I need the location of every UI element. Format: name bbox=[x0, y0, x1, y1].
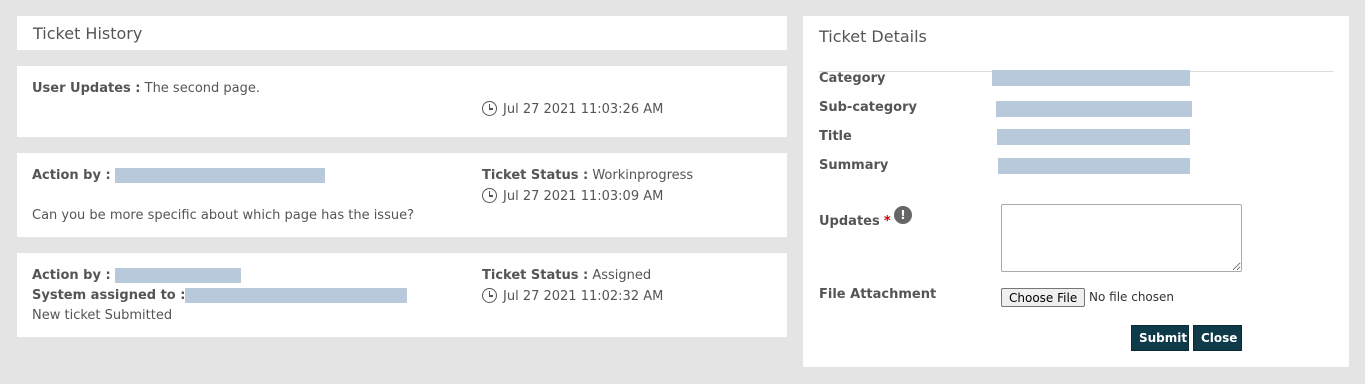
redacted-assignee bbox=[185, 288, 408, 303]
submit-button[interactable]: Submit bbox=[1131, 325, 1189, 351]
summary-label: Summary bbox=[819, 158, 889, 173]
choose-file-button[interactable]: Choose File bbox=[1001, 288, 1086, 307]
ticket-history-title: Ticket History bbox=[33, 24, 143, 43]
ticket-details-title: Ticket Details bbox=[819, 27, 927, 46]
entry-timestamp: Jul 27 2021 11:03:26 AM bbox=[503, 102, 664, 117]
subcategory-label: Sub-category bbox=[819, 100, 917, 115]
clock-icon bbox=[482, 101, 497, 116]
updates-label: Updates bbox=[819, 214, 880, 229]
user-updates-text: The second page. bbox=[144, 81, 261, 96]
ticket-status-label: Ticket Status : bbox=[482, 268, 589, 283]
redacted-category bbox=[992, 70, 1190, 86]
ticket-history-header: Ticket History bbox=[17, 16, 787, 50]
close-button[interactable]: Close bbox=[1193, 325, 1242, 351]
action-by-label: Action by : bbox=[32, 168, 111, 183]
ticket-details-panel: Ticket Details Category Sub-category Tit… bbox=[803, 16, 1349, 367]
title-label: Title bbox=[819, 129, 852, 144]
system-assigned-label: System assigned to : bbox=[32, 288, 186, 303]
history-entry: Action by : Ticket Status : Workinprogre… bbox=[17, 153, 787, 237]
required-marker: * bbox=[883, 214, 891, 229]
ticket-status-value: Assigned bbox=[592, 268, 652, 283]
entry-timestamp: Jul 27 2021 11:03:09 AM bbox=[503, 189, 664, 204]
clock-icon bbox=[482, 288, 497, 303]
file-attachment-label: File Attachment bbox=[819, 287, 937, 302]
redacted-user bbox=[114, 268, 241, 283]
no-file-text: No file chosen bbox=[1089, 290, 1175, 304]
entry-timestamp: Jul 27 2021 11:02:32 AM bbox=[503, 289, 664, 304]
clock-icon bbox=[482, 188, 497, 203]
redacted-title bbox=[997, 129, 1190, 145]
info-icon[interactable]: ! bbox=[894, 206, 912, 224]
redacted-summary bbox=[998, 158, 1190, 174]
updates-textarea[interactable] bbox=[1001, 204, 1242, 272]
redacted-subcategory bbox=[996, 101, 1192, 117]
history-entry: Action by : System assigned to : Ticket … bbox=[17, 253, 787, 337]
entry-message: Can you be more specific about which pag… bbox=[32, 208, 414, 223]
redacted-user bbox=[114, 168, 325, 183]
history-entry: User Updates : The second page. Jul 27 2… bbox=[17, 66, 787, 137]
user-updates-label: User Updates : bbox=[32, 81, 141, 96]
category-label: Category bbox=[819, 71, 886, 86]
entry-message: New ticket Submitted bbox=[32, 308, 173, 323]
action-by-label: Action by : bbox=[32, 268, 111, 283]
ticket-status-label: Ticket Status : bbox=[482, 168, 589, 183]
ticket-status-value: Workinprogress bbox=[592, 168, 694, 183]
